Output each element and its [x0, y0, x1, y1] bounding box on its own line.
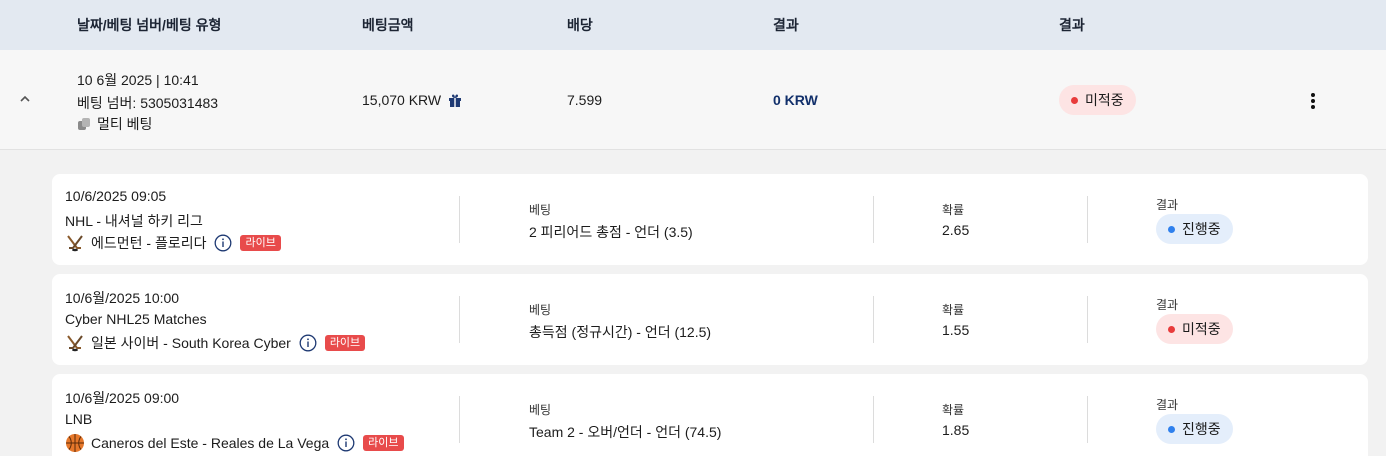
- chevron-up-icon[interactable]: [18, 92, 32, 106]
- selection-match: 일본 사이버 - South Korea Cyber 라이브: [65, 333, 366, 353]
- bet-amount-value: 15,070 KRW: [362, 92, 442, 108]
- odds-label: 확률: [942, 203, 965, 217]
- status-badge: 미적중: [1156, 314, 1233, 344]
- selection-card: 10/6/2025 09:05 NHL - 내셔널 하키 리그 에드먼턴 - 플…: [52, 174, 1368, 265]
- bet-summary-row[interactable]: 10 6월 2025 | 10:41 베팅 넘버: 5305031483 멀티 …: [0, 50, 1386, 150]
- status-badge: 진행중: [1156, 414, 1233, 444]
- table-header: 날짜/베팅 넘버/베팅 유형 베팅금액 배당 결과 결과: [0, 0, 1386, 50]
- status-dot: [1168, 325, 1175, 333]
- live-badge: 라이브: [324, 335, 366, 351]
- selection-card: 10/6월/2025 09:00 LNB Caneros del Este - …: [52, 374, 1368, 465]
- selection-league: LNB: [65, 411, 93, 427]
- selection-datetime: 10/6월/2025 10:00: [65, 290, 180, 306]
- header-odds: 배당: [567, 17, 593, 33]
- selection-match-label: 일본 사이버 - South Korea Cyber: [91, 335, 291, 351]
- status-badge: 미적중: [1059, 85, 1136, 115]
- header-status: 결과: [1059, 17, 1085, 33]
- status-dot: [1071, 96, 1078, 104]
- selection-match-label: 에드먼턴 - 플로리다: [91, 235, 207, 251]
- header-result: 결과: [773, 17, 799, 33]
- bet-label: 베팅: [529, 403, 552, 417]
- info-icon[interactable]: [299, 334, 317, 352]
- selection-datetime: 10/6월/2025 09:00: [65, 390, 180, 406]
- status-dot: [1168, 425, 1175, 433]
- divider: [1087, 196, 1088, 243]
- info-icon[interactable]: [337, 434, 355, 452]
- odds-label: 확률: [942, 303, 965, 317]
- result-label: 결과: [1156, 398, 1179, 412]
- bet-result: 0 KRW: [773, 92, 818, 108]
- status-label: 미적중: [1182, 321, 1221, 337]
- multi-bet-icon: [77, 117, 91, 131]
- divider: [459, 296, 460, 343]
- status-badge: 진행중: [1156, 214, 1233, 244]
- gift-icon[interactable]: [447, 92, 463, 108]
- bet-datetime: 10 6월 2025 | 10:41: [77, 72, 199, 88]
- divider: [459, 196, 460, 243]
- bet-selection: 총득점 (정규시간) - 언더 (12.5): [529, 324, 712, 340]
- bet-odds: 7.599: [567, 92, 603, 108]
- selection-match-label: Caneros del Este - Reales de La Vega: [91, 435, 330, 451]
- header-amount: 베팅금액: [362, 17, 414, 33]
- divider: [459, 396, 460, 443]
- selection-league: NHL - 내셔널 하키 리그: [65, 213, 203, 229]
- info-icon[interactable]: [214, 234, 232, 252]
- selection-card: 10/6월/2025 10:00 Cyber NHL25 Matches 일본 …: [52, 274, 1368, 365]
- odds-value: 2.65: [942, 222, 970, 238]
- selection-match: Caneros del Este - Reales de La Vega 라이브: [65, 433, 404, 453]
- selection-league: Cyber NHL25 Matches: [65, 311, 207, 327]
- status-dot: [1168, 225, 1175, 233]
- divider: [1087, 296, 1088, 343]
- bet-type-label: 멀티 베팅: [97, 116, 153, 132]
- bet-selection: Team 2 - 오버/언더 - 언더 (74.5): [529, 424, 722, 440]
- bet-amount: 15,070 KRW: [362, 92, 463, 108]
- divider: [873, 196, 874, 243]
- status-label: 진행중: [1182, 421, 1221, 437]
- status-label: 진행중: [1182, 221, 1221, 237]
- divider: [873, 396, 874, 443]
- selection-datetime: 10/6/2025 09:05: [65, 188, 167, 204]
- status-label: 미적중: [1085, 92, 1124, 108]
- odds-value: 1.85: [942, 422, 970, 438]
- hockey-icon: [65, 233, 85, 253]
- live-badge: 라이브: [240, 235, 281, 251]
- header-date-type: 날짜/베팅 넘버/베팅 유형: [77, 17, 222, 33]
- bet-number: 베팅 넘버: 5305031483: [77, 95, 219, 111]
- bet-label: 베팅: [529, 303, 552, 317]
- result-label: 결과: [1156, 298, 1179, 312]
- result-label: 결과: [1156, 198, 1179, 212]
- divider: [873, 296, 874, 343]
- selection-match: 에드먼턴 - 플로리다 라이브: [65, 233, 281, 253]
- hockey-icon: [65, 333, 85, 353]
- odds-value: 1.55: [942, 322, 970, 338]
- bet-selection: 2 피리어드 총점 - 언더 (3.5): [529, 224, 693, 240]
- odds-label: 확률: [942, 403, 965, 417]
- bet-selections-panel: 10/6/2025 09:05 NHL - 내셔널 하키 리그 에드먼턴 - 플…: [0, 150, 1386, 465]
- bet-type: 멀티 베팅: [77, 114, 152, 134]
- live-badge: 라이브: [363, 435, 404, 451]
- basketball-icon: [65, 433, 85, 453]
- bet-label: 베팅: [529, 203, 552, 217]
- divider: [1087, 396, 1088, 443]
- kebab-menu-icon[interactable]: [1306, 92, 1320, 110]
